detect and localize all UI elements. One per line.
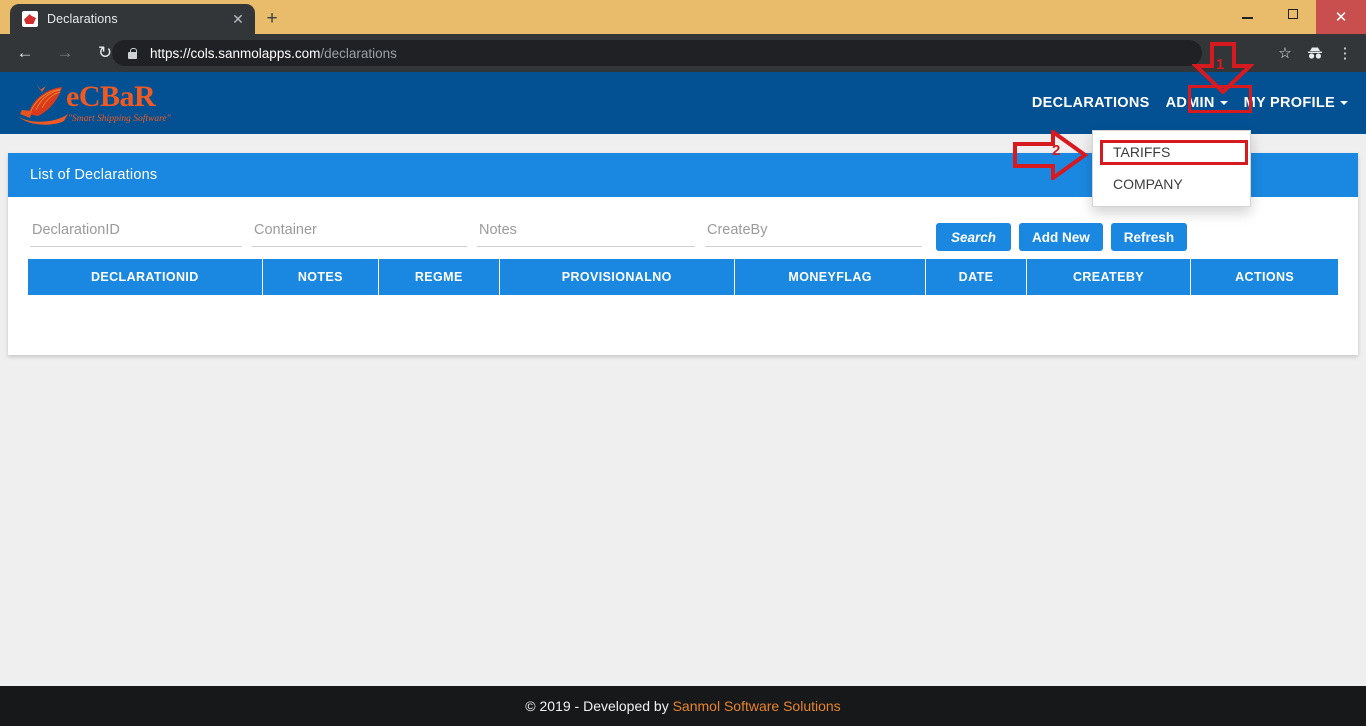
nav-item-my-profile[interactable]: MY PROFILE [1236,89,1356,117]
nav-label-declarations: DECLARATIONS [1031,95,1150,111]
logo-tagline: "Smart Shipping Software" [68,114,171,124]
window-close-button[interactable]: ✕ [1316,0,1366,34]
nav-item-admin[interactable]: ADMIN [1158,89,1236,117]
window-controls: ✕ [1224,0,1366,34]
app-navbar: eCBaR "Smart Shipping Software" DECLARAT… [0,72,1366,134]
page-title: List of Declarations [30,167,158,183]
table-header-row: DECLARATIONID NOTES REGME PROVISIONALNO … [28,259,1338,295]
col-header-date[interactable]: DATE [925,259,1027,295]
col-header-moneyflag[interactable]: MONEYFLAG [733,259,926,295]
footer-company-link[interactable]: Sanmol Software Solutions [673,698,841,714]
url-origin: https://cols.sanmolapps.com [150,45,321,61]
filter-buttons: Search Add New Refresh [936,223,1195,251]
table-head: DECLARATIONID NOTES REGME PROVISIONALNO … [28,259,1338,295]
container-field [252,217,467,251]
footer-text: © 2019 - Developed by Sanmol Software So… [525,698,840,714]
browser-toolbar: ← → ↻ https://cols.sanmolapps.com/declar… [0,34,1366,72]
notes-input[interactable] [477,217,695,247]
add-new-button[interactable]: Add New [1019,223,1103,251]
footer-copyright: © 2019 - Developed by [525,698,673,714]
back-icon[interactable]: ← [10,38,40,68]
chevron-down-icon [1340,101,1348,105]
declarationid-input[interactable] [30,217,242,247]
url-path: /declarations [320,45,397,61]
tab-close-icon[interactable]: ✕ [227,8,249,30]
window-minimize-button[interactable] [1224,0,1270,28]
address-bar[interactable]: https://cols.sanmolapps.com/declarations [112,40,1202,66]
incognito-icon[interactable] [1300,39,1330,67]
col-header-actions[interactable]: ACTIONS [1190,259,1338,295]
browser-tab[interactable]: Declarations ✕ [10,4,255,34]
new-tab-button[interactable]: + [258,6,286,32]
declarations-table-wrap: DECLARATIONID NOTES REGME PROVISIONALNO … [8,259,1358,295]
chevron-down-icon [1219,101,1228,105]
refresh-button[interactable]: Refresh [1110,223,1188,251]
createby-input[interactable] [705,217,922,247]
declarationid-field [30,217,242,251]
dropdown-item-tariffs[interactable]: TARIFFS [1093,136,1250,168]
nav-label-my-profile: MY PROFILE [1243,95,1335,111]
lock-icon [128,47,137,59]
container-input[interactable] [252,217,467,247]
app-nav-links: DECLARATIONS ADMIN MY PROFILE [1024,72,1356,134]
app-logo[interactable]: eCBaR "Smart Shipping Software" [14,79,204,127]
nav-label-admin: ADMIN [1165,95,1215,111]
forward-icon[interactable]: → [50,38,80,68]
dropdown-item-company[interactable]: COMPANY [1093,168,1250,200]
admin-dropdown-menu: TARIFFS COMPANY [1092,130,1251,207]
toolbar-actions: ☆ ⋮ [1270,39,1360,67]
tab-title: Declarations [47,12,118,26]
logo-name: eCBaR [66,80,156,113]
kebab-menu-icon[interactable]: ⋮ [1330,39,1360,67]
ship-favicon-icon [22,11,38,27]
incognito-glyph [1308,47,1322,59]
page-footer: © 2019 - Developed by Sanmol Software So… [0,686,1366,726]
notes-field [477,217,695,251]
logo-text: eCBaR "Smart Shipping Software" [66,80,171,125]
search-button[interactable]: Search [936,223,1012,251]
annotation-label-2: 2 [1052,142,1061,159]
star-icon[interactable]: ☆ [1270,39,1300,67]
col-header-regme[interactable]: REGME [378,259,499,295]
col-header-declarationid[interactable]: DECLARATIONID [28,259,263,295]
col-header-createby[interactable]: CREATEBY [1025,259,1191,295]
nav-item-declarations[interactable]: DECLARATIONS [1024,89,1158,117]
browser-tab-strip: Declarations ✕ + ✕ [0,0,1366,34]
col-header-notes[interactable]: NOTES [261,259,379,295]
col-header-provisionalno[interactable]: PROVISIONALNO [498,259,735,295]
window-maximize-button[interactable] [1270,0,1316,28]
createby-field [705,217,922,251]
declarations-table: DECLARATIONID NOTES REGME PROVISIONALNO … [28,259,1338,295]
annotation-label-1: 1 [1216,56,1225,73]
